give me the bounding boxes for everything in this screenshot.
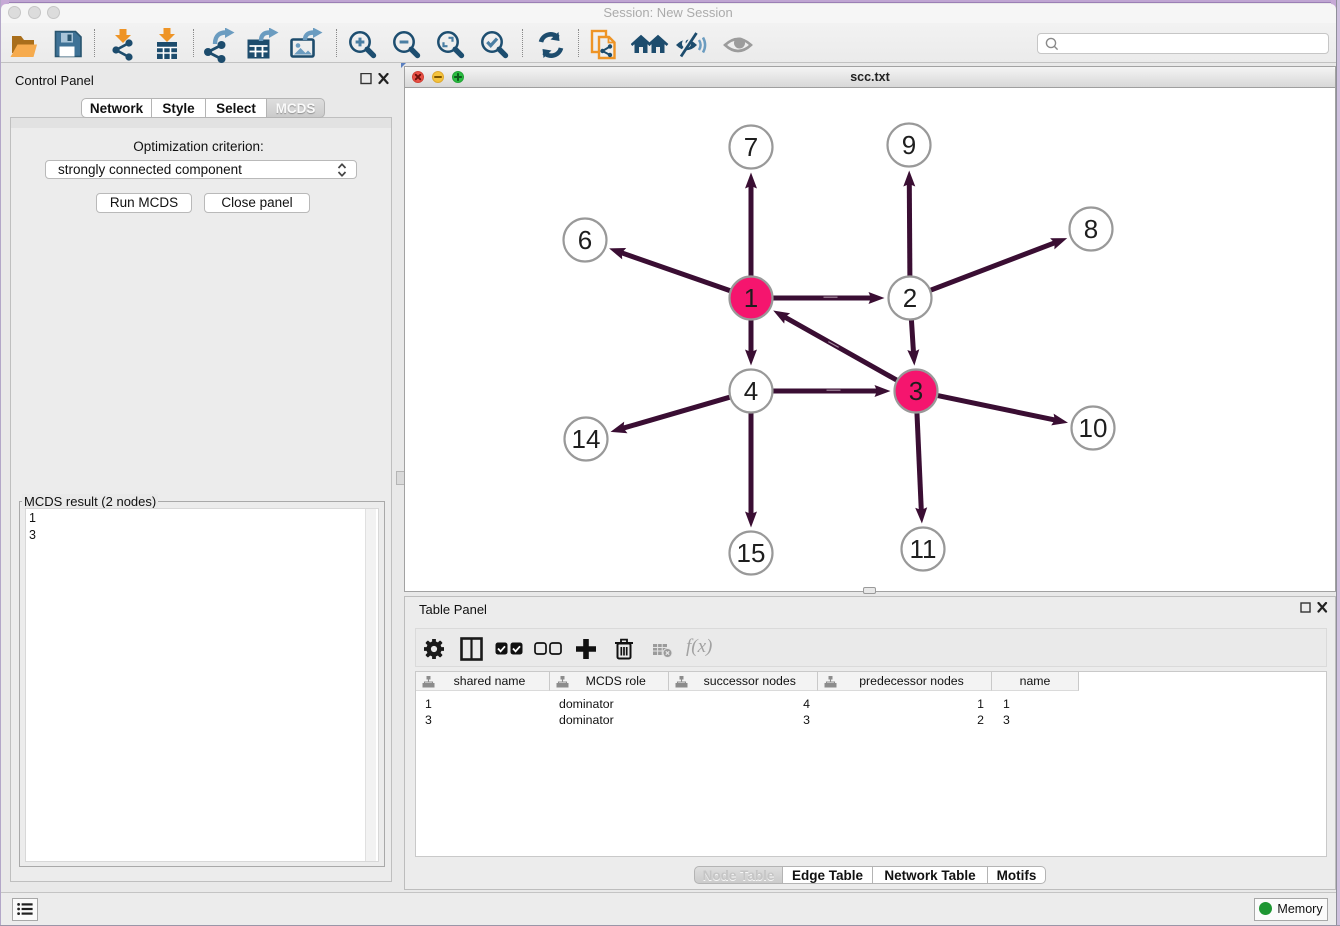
- svg-text:15: 15: [737, 538, 766, 568]
- svg-text:8: 8: [1084, 214, 1098, 244]
- svg-text:4: 4: [744, 376, 758, 406]
- svg-text:3: 3: [909, 376, 923, 406]
- svg-text:10: 10: [1079, 413, 1108, 443]
- svg-text:14: 14: [572, 424, 601, 454]
- svg-text:7: 7: [744, 132, 758, 162]
- svg-text:2: 2: [903, 283, 917, 313]
- svg-text:11: 11: [910, 534, 937, 564]
- svg-text:6: 6: [578, 225, 592, 255]
- svg-text:1: 1: [744, 283, 758, 313]
- svg-text:9: 9: [902, 130, 916, 160]
